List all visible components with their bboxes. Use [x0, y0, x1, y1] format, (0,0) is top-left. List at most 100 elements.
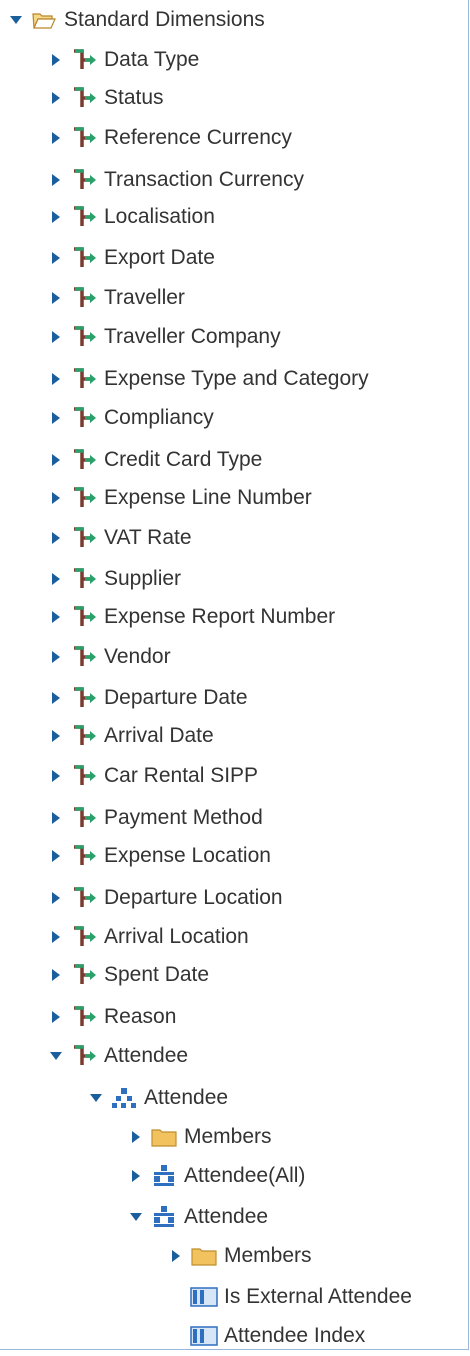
level-icon	[150, 1203, 178, 1231]
expand-twisty[interactable]	[48, 836, 64, 876]
dimension-item[interactable]: Car Rental SIPP	[48, 756, 258, 796]
dimension-label: Data Type	[104, 48, 200, 71]
expand-twisty[interactable]	[48, 160, 64, 200]
attribute-attendee-index[interactable]: Attendee Index	[184, 1316, 365, 1356]
collapse-level-twisty[interactable]	[128, 1197, 144, 1237]
dimension-item[interactable]: Payment Method	[48, 798, 263, 838]
dimension-item[interactable]: Localisation	[48, 197, 215, 237]
dimension-icon	[70, 565, 98, 593]
dimension-item[interactable]: Expense Location	[48, 836, 271, 876]
expand-twisty[interactable]	[48, 40, 64, 80]
dimension-item[interactable]: Spent Date	[48, 955, 209, 995]
expand-level-all-twisty[interactable]	[128, 1156, 144, 1196]
dimension-icon	[70, 484, 98, 512]
folder-icon	[150, 1123, 178, 1151]
expand-twisty[interactable]	[48, 997, 64, 1037]
expand-twisty[interactable]	[48, 317, 64, 357]
expand-twisty[interactable]	[48, 878, 64, 918]
expand-twisty[interactable]	[48, 637, 64, 677]
dimension-label: Status	[104, 86, 164, 109]
folder-icon	[190, 1242, 218, 1270]
dimension-item[interactable]: Expense Report Number	[48, 597, 335, 637]
dimension-item[interactable]: Traveller Company	[48, 317, 281, 357]
dimension-item[interactable]: VAT Rate	[48, 518, 192, 558]
dimension-icon	[70, 722, 98, 750]
dimension-item[interactable]: Status	[48, 78, 164, 118]
dimension-item[interactable]: Supplier	[48, 559, 181, 599]
open-folder-icon	[30, 6, 58, 34]
expand-twisty[interactable]	[48, 118, 64, 158]
dimension-icon	[70, 124, 98, 152]
dimension-icon	[70, 923, 98, 951]
dimension-label: Expense Location	[104, 844, 271, 867]
collapse-hierarchy-twisty[interactable]	[88, 1078, 104, 1118]
dimension-label: Traveller	[104, 286, 185, 309]
dimension-label: Localisation	[104, 205, 215, 228]
members-folder[interactable]: Members	[128, 1117, 272, 1157]
dimension-label: Transaction Currency	[104, 168, 304, 191]
dimension-icon	[70, 284, 98, 312]
level-attendee-all[interactable]: Attendee(All)	[128, 1156, 305, 1196]
dimension-item[interactable]: Vendor	[48, 637, 171, 677]
dimension-label: Expense Line Number	[104, 486, 312, 509]
expand-twisty[interactable]	[48, 756, 64, 796]
dimension-icon	[70, 804, 98, 832]
dimension-label: Arrival Location	[104, 925, 249, 948]
expand-twisty[interactable]	[48, 78, 64, 118]
dimension-icon	[70, 323, 98, 351]
dimension-icon	[70, 1042, 98, 1070]
dimension-item[interactable]: Traveller	[48, 278, 185, 318]
expand-members-twisty[interactable]	[168, 1236, 184, 1276]
dimension-item[interactable]: Transaction Currency	[48, 160, 304, 200]
dimension-item[interactable]: Departure Date	[48, 678, 248, 718]
dimension-item[interactable]: Departure Location	[48, 878, 283, 918]
dimension-item[interactable]: Data Type	[48, 40, 199, 80]
dimension-item[interactable]: Expense Type and Category	[48, 359, 369, 399]
members-label: Members	[224, 1244, 312, 1267]
hierarchy-attendee[interactable]: Attendee	[88, 1078, 228, 1118]
expand-twisty[interactable]	[48, 559, 64, 599]
expand-twisty[interactable]	[48, 678, 64, 718]
dimension-icon	[70, 365, 98, 393]
expand-twisty[interactable]	[48, 278, 64, 318]
expand-twisty[interactable]	[48, 478, 64, 518]
expand-twisty[interactable]	[48, 716, 64, 756]
dimension-icon	[70, 404, 98, 432]
dimension-label: Expense Report Number	[104, 605, 336, 628]
dimension-item[interactable]: Credit Card Type	[48, 440, 262, 480]
dimension-item[interactable]: Reason	[48, 997, 176, 1037]
expand-twisty[interactable]	[48, 955, 64, 995]
dimension-item[interactable]: Reference Currency	[48, 118, 292, 158]
dimension-icon	[70, 244, 98, 272]
expand-twisty[interactable]	[48, 917, 64, 957]
dimension-icon	[70, 961, 98, 989]
dimension-icon	[70, 684, 98, 712]
expand-twisty[interactable]	[48, 359, 64, 399]
expand-twisty[interactable]	[48, 597, 64, 637]
dimension-item[interactable]: Arrival Location	[48, 917, 249, 957]
expand-twisty[interactable]	[48, 238, 64, 278]
collapse-attendee-twisty[interactable]	[48, 1036, 64, 1076]
expand-twisty[interactable]	[48, 798, 64, 838]
dimension-item[interactable]: Expense Line Number	[48, 478, 312, 518]
tree-root[interactable]: Standard Dimensions	[8, 0, 265, 40]
dimension-item[interactable]: Arrival Date	[48, 716, 214, 756]
expand-twisty[interactable]	[48, 440, 64, 480]
tree-root-label: Standard Dimensions	[64, 8, 265, 31]
level-attendee[interactable]: Attendee	[128, 1197, 268, 1237]
dimension-label: Traveller Company	[104, 325, 281, 348]
dimension-attendee[interactable]: Attendee	[48, 1036, 188, 1076]
expand-twisty[interactable]	[48, 518, 64, 558]
expand-twisty[interactable]	[48, 197, 64, 237]
level-label: Attendee	[184, 1205, 269, 1228]
dimension-label: Compliancy	[104, 406, 214, 429]
attribute-is-external-attendee[interactable]: Is External Attendee	[184, 1277, 412, 1317]
dimension-item[interactable]: Compliancy	[48, 398, 214, 438]
dimension-label: Export Date	[104, 246, 215, 269]
expand-members-twisty[interactable]	[128, 1117, 144, 1157]
dimension-item[interactable]: Export Date	[48, 238, 215, 278]
dimension-label: Payment Method	[104, 806, 263, 829]
collapse-root-twisty[interactable]	[8, 0, 24, 40]
members-folder[interactable]: Members	[168, 1236, 312, 1276]
expand-twisty[interactable]	[48, 398, 64, 438]
